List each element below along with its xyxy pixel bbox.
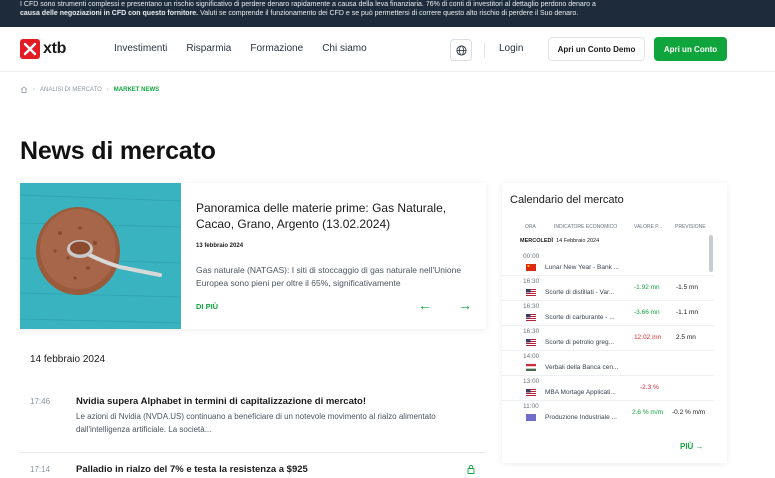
- calendar-row-forecast: -1.5 mn: [676, 284, 699, 291]
- previous-arrow-icon[interactable]: ←: [418, 297, 432, 313]
- calendar-header-forecast: PREVISIONE: [675, 224, 706, 230]
- calendar-row-value: -1.92 mn: [634, 284, 660, 291]
- breadcrumb-market-news: MARKET NEWS: [113, 86, 160, 93]
- calendar-row-indicator: MBA Mortage Applicati...: [545, 389, 616, 396]
- calendar-row-value: 12.02 mn: [634, 334, 662, 341]
- read-more-link[interactable]: DI PIÙ: [196, 302, 218, 311]
- open-account-button[interactable]: Apri un Conto: [654, 37, 727, 61]
- calendar-title: Calendario del mercato: [510, 194, 624, 206]
- top-navigation: xtb Investimenti Risparmia Formazione Ch…: [0, 27, 775, 72]
- us-flag-icon: [526, 314, 536, 321]
- language-button[interactable]: [450, 39, 472, 61]
- menu-item-investimenti[interactable]: Investimenti: [114, 43, 167, 54]
- calendar-row-forecast: -1.1 mn: [676, 309, 699, 316]
- lock-icon: [467, 464, 475, 474]
- us-flag-icon: [526, 389, 536, 396]
- calendar-row-time: 16:30: [523, 278, 540, 285]
- calendar-row-indicator: Scorte di distillati - Var...: [545, 289, 615, 296]
- calendar-row-indicator: Produzione Industriale ...: [545, 414, 617, 421]
- page-title: News di mercato: [20, 137, 216, 165]
- calendar-row-time: 14:00: [523, 353, 540, 360]
- risk-warning-line-2: causa delle negoziazioni in CFD con ques…: [20, 9, 755, 18]
- featured-article-excerpt: Gas naturale (NATGAS): I siti di stoccag…: [196, 265, 462, 288]
- news-title[interactable]: Palladio in rialzo del 7% e testa la res…: [76, 464, 308, 475]
- logo-wordmark: xtb: [43, 40, 67, 57]
- news-time: 17:46: [30, 397, 51, 406]
- calendar-row[interactable]: 13:00 MBA Mortage Applicati... -2.3 %: [502, 376, 714, 401]
- xtb-logo[interactable]: xtb: [20, 39, 66, 59]
- market-calendar-widget: Calendario del mercato ORA INDICATORE EC…: [502, 183, 727, 463]
- calendar-date: 14 Febbraio 2024: [556, 238, 600, 244]
- calendar-row[interactable]: 00:00 Lunar New Year - Bank ...: [502, 251, 714, 276]
- calendar-header-time: ORA: [525, 224, 536, 230]
- news-day-label: 14 febbraio 2024: [30, 354, 106, 365]
- calendar-row[interactable]: 14:00 Verbali della Banca cen...: [502, 351, 714, 376]
- calendar-row[interactable]: 11:00 Produzione Industriale ... 2.6 % m…: [502, 401, 714, 426]
- featured-article-image: [20, 183, 181, 329]
- china-flag-icon: [526, 264, 536, 271]
- us-flag-icon: [526, 339, 536, 346]
- calendar-row-time: 00:00: [523, 253, 540, 260]
- breadcrumb-separator: ›: [106, 86, 109, 93]
- login-link[interactable]: Login: [499, 43, 523, 54]
- menu-item-chi-siamo[interactable]: Chi siamo: [322, 43, 366, 54]
- calendar-row-value: -2.3 %: [640, 384, 659, 391]
- calendar-row-forecast: 2.5 mn: [676, 334, 696, 341]
- calendar-header-value: VALORE P...: [634, 224, 663, 230]
- breadcrumb-analisi-di-mercato[interactable]: ANALISI DI MERCATO: [40, 87, 102, 93]
- main-menu: Investimenti Risparmia Formazione Chi si…: [114, 43, 386, 54]
- risk-warning-rest: Valuti se comprende il funzionamento dei…: [198, 10, 579, 17]
- eu-flag-icon: [526, 414, 536, 421]
- calendar-row-time: 16:30: [523, 303, 540, 310]
- breadcrumb: › ANALISI DI MERCATO › MARKET NEWS: [20, 86, 159, 93]
- calendar-row-forecast: -0.2 % m/m: [672, 409, 706, 416]
- news-time: 17:14: [30, 465, 51, 474]
- calendar-more-link[interactable]: PIÙ →: [680, 442, 704, 451]
- risk-warning-banner: I CFD sono strumenti complessi e present…: [0, 0, 775, 27]
- calendar-row-value: -3.66 mn: [634, 309, 660, 316]
- open-demo-account-button[interactable]: Apri un Conto Demo: [548, 37, 645, 61]
- calendar-row-indicator: Lunar New Year - Bank ...: [545, 264, 620, 271]
- nav-divider: [484, 42, 485, 58]
- calendar-scrollbar[interactable]: [709, 235, 713, 272]
- calendar-row-indicator: Scorte di carburante - ...: [545, 314, 615, 321]
- risk-warning-bold: causa delle negoziazioni in CFD con ques…: [20, 10, 199, 17]
- featured-article-card[interactable]: Panoramica delle materie prime: Gas Natu…: [20, 183, 486, 329]
- calendar-row-indicator: Verbali della Banca cen...: [545, 364, 619, 371]
- featured-article-date: 13 febbraio 2024: [196, 243, 244, 249]
- news-excerpt: Le azioni di Nvidia (NVDA.US) continuano…: [76, 412, 436, 434]
- breadcrumb-separator: ›: [33, 86, 35, 93]
- home-icon[interactable]: [20, 86, 28, 93]
- calendar-row-value: 2.6 % m/m: [632, 409, 664, 416]
- next-arrow-icon[interactable]: →: [458, 297, 472, 313]
- menu-item-formazione[interactable]: Formazione: [250, 43, 303, 54]
- globe-icon: [455, 44, 467, 56]
- featured-article-title[interactable]: Panoramica delle materie prime: Gas Natu…: [196, 200, 476, 232]
- calendar-row-time: 13:00: [523, 378, 540, 385]
- risk-warning-line-1: I CFD sono strumenti complessi e present…: [20, 1, 596, 8]
- news-title[interactable]: Nvidia supera Alphabet in termini di cap…: [76, 396, 366, 407]
- calendar-row[interactable]: 16:30 Scorte di carburante - ... -3.66 m…: [502, 301, 714, 326]
- calendar-header-indicator: INDICATORE ECONOMICO: [554, 224, 618, 230]
- calendar-row-time: 11:00: [523, 403, 539, 410]
- calendar-day-header: MERCOLEDÌ 14 Febbraio 2024: [520, 238, 599, 244]
- calendar-row[interactable]: 16:30 Scorte di distillati - Var... -1.9…: [502, 276, 714, 301]
- calendar-row[interactable]: 16:30 Scorte di petrolio greg... 12.02 m…: [502, 326, 714, 351]
- x-logo-icon: [20, 39, 40, 59]
- news-divider: [20, 452, 486, 453]
- hungary-flag-icon: [526, 364, 536, 371]
- menu-item-risparmia[interactable]: Risparmia: [186, 43, 231, 54]
- us-flag-icon: [526, 289, 536, 296]
- calendar-row-time: 16:30: [523, 328, 540, 335]
- calendar-weekday: MERCOLEDÌ: [520, 238, 553, 244]
- calendar-row-indicator: Scorte di petrolio greg...: [545, 339, 615, 346]
